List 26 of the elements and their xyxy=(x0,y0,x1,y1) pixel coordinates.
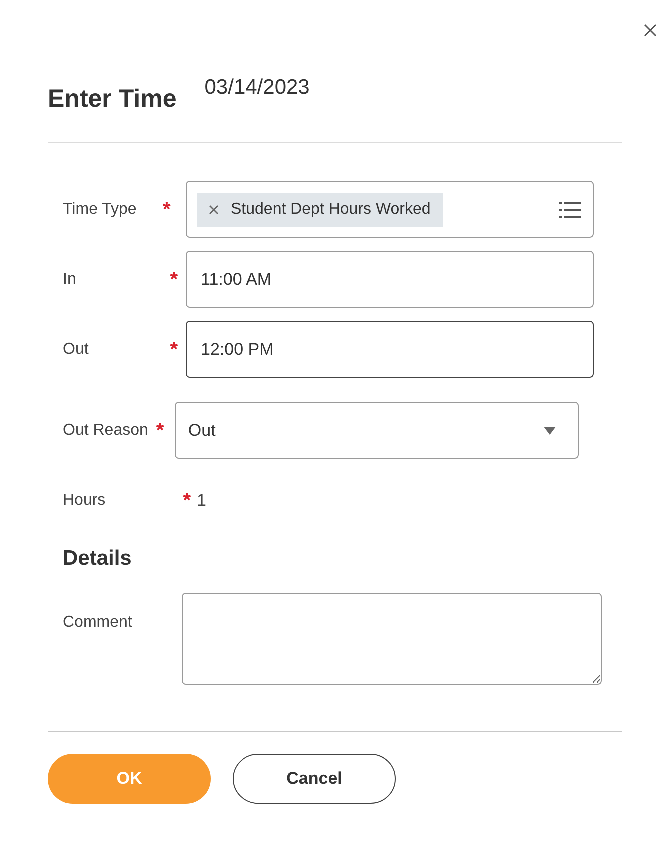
time-input[interactable]: 11:00 AM xyxy=(186,251,594,308)
field-label: Time Type xyxy=(63,200,138,220)
field-label: In xyxy=(63,270,78,290)
time-type-field[interactable]: Student Dept Hours Worked xyxy=(186,181,594,238)
close-icon[interactable] xyxy=(644,24,657,37)
required-mark: * xyxy=(170,270,178,290)
field-label: Out Reason xyxy=(63,420,148,440)
required-mark: * xyxy=(170,340,178,360)
field-label: Comment xyxy=(63,612,134,632)
dialog-title: Enter Time xyxy=(48,84,177,115)
list-icon[interactable] xyxy=(559,200,581,218)
section-heading: Details xyxy=(63,546,133,572)
cancel-button[interactable]: Cancel xyxy=(233,754,396,804)
required-mark: * xyxy=(183,491,191,511)
caret-icon xyxy=(544,426,556,434)
field-label: Hours xyxy=(63,491,107,511)
hours-value: 1 xyxy=(197,490,206,512)
field-label: Out xyxy=(63,340,90,360)
dropdown-field[interactable]: Out xyxy=(175,402,580,459)
required-mark: * xyxy=(163,200,171,220)
date-text: 03/14/2023 xyxy=(204,75,310,101)
selected-chip: Student Dept Hours Worked xyxy=(197,192,443,226)
remove-icon[interactable] xyxy=(209,204,219,214)
comment-field[interactable] xyxy=(182,592,602,684)
required-mark: * xyxy=(156,420,164,440)
time-input[interactable]: 12:00 PM xyxy=(186,321,594,378)
